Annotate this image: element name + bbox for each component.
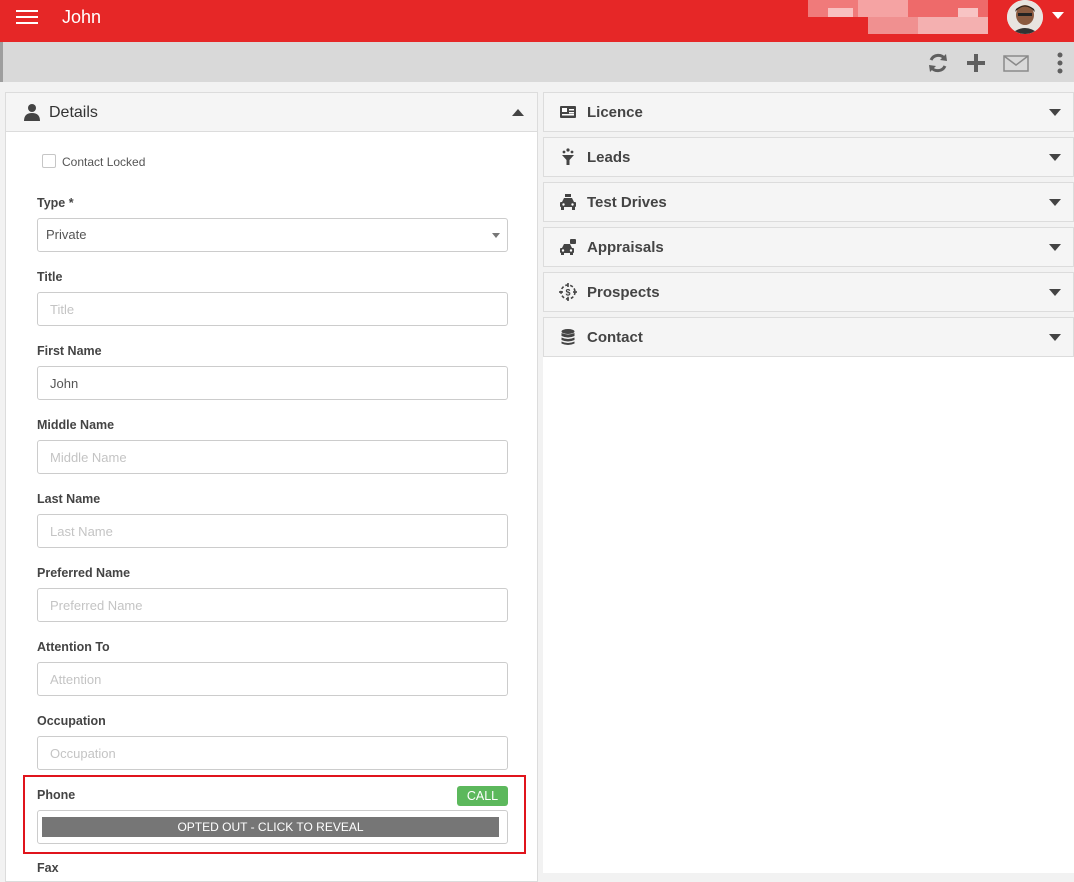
opted-out-reveal-button[interactable]: OPTED OUT - CLICK TO REVEAL [42, 817, 499, 837]
accordion-contact-label: Contact [587, 329, 643, 346]
attention-to-label: Attention To [37, 640, 110, 654]
title-input[interactable] [37, 292, 508, 326]
expand-caret-icon [1049, 154, 1061, 161]
collapse-caret-icon[interactable] [512, 109, 524, 116]
accordion-appraisals[interactable]: Appraisals [543, 227, 1074, 267]
select-caret-icon [492, 233, 500, 238]
expand-caret-icon [1049, 109, 1061, 116]
occupation-label: Occupation [37, 714, 106, 728]
contact-locked-checkbox[interactable] [42, 154, 56, 168]
call-button[interactable]: CALL [457, 786, 508, 806]
accordion-leads[interactable]: Leads [543, 137, 1074, 177]
details-panel: Details Contact Locked Type * Private Ti… [5, 92, 538, 882]
type-select-value: Private [46, 227, 87, 242]
redacted-username [808, 0, 988, 34]
middle-name-input[interactable] [37, 440, 508, 474]
accordion-test-drives-label: Test Drives [587, 194, 667, 211]
phone-label: Phone [37, 788, 76, 802]
preferred-name-input[interactable] [37, 588, 508, 622]
accordion-test-drives[interactable]: Test Drives [543, 182, 1074, 222]
last-name-label: Last Name [37, 492, 101, 506]
user-avatar[interactable] [1007, 0, 1043, 34]
expand-caret-icon [1049, 289, 1061, 296]
details-title: Details [49, 104, 98, 121]
type-select[interactable]: Private [37, 218, 508, 252]
type-label: Type * [37, 196, 74, 210]
user-menu-caret-icon[interactable] [1052, 12, 1064, 19]
kebab-menu-icon[interactable] [1048, 51, 1072, 75]
title-label: Title [37, 270, 63, 284]
occupation-input[interactable] [37, 736, 508, 770]
middle-name-label: Middle Name [37, 418, 115, 432]
funnel-icon [562, 148, 574, 165]
last-name-input[interactable] [37, 514, 508, 548]
expand-caret-icon [1049, 334, 1061, 341]
phone-field: OPTED OUT - CLICK TO REVEAL [37, 810, 508, 844]
right-column-background [543, 357, 1074, 873]
refresh-icon[interactable] [926, 51, 950, 75]
accordion-licence[interactable]: Licence [543, 92, 1074, 132]
action-toolbar [0, 42, 1074, 82]
expand-caret-icon [1049, 199, 1061, 206]
car-appraisal-icon [560, 239, 576, 255]
accordion-contact[interactable]: Contact [543, 317, 1074, 357]
database-icon [561, 329, 575, 345]
expand-caret-icon [1049, 244, 1061, 251]
page-title: John [62, 7, 102, 27]
details-panel-header[interactable]: Details [6, 93, 537, 132]
first-name-label: First Name [37, 344, 102, 358]
app-header: John [0, 0, 1074, 42]
contact-locked-label: Contact Locked [62, 155, 146, 169]
user-icon [24, 104, 40, 121]
dollar-target-icon: $ [559, 283, 577, 301]
preferred-name-label: Preferred Name [37, 566, 131, 580]
taxi-icon [560, 194, 576, 210]
attention-to-input[interactable] [37, 662, 508, 696]
plus-icon[interactable] [964, 51, 988, 75]
id-card-icon [560, 106, 576, 118]
first-name-input[interactable] [37, 366, 508, 400]
accordion-leads-label: Leads [587, 149, 631, 166]
accordion-prospects[interactable]: $ Prospects [543, 272, 1074, 312]
hamburger-menu-icon[interactable] [16, 8, 38, 26]
accordion-licence-label: Licence [587, 104, 643, 121]
svg-text:$: $ [565, 288, 570, 298]
accordion-appraisals-label: Appraisals [587, 239, 664, 256]
envelope-icon[interactable] [1002, 51, 1030, 75]
accordion-prospects-label: Prospects [587, 284, 660, 301]
